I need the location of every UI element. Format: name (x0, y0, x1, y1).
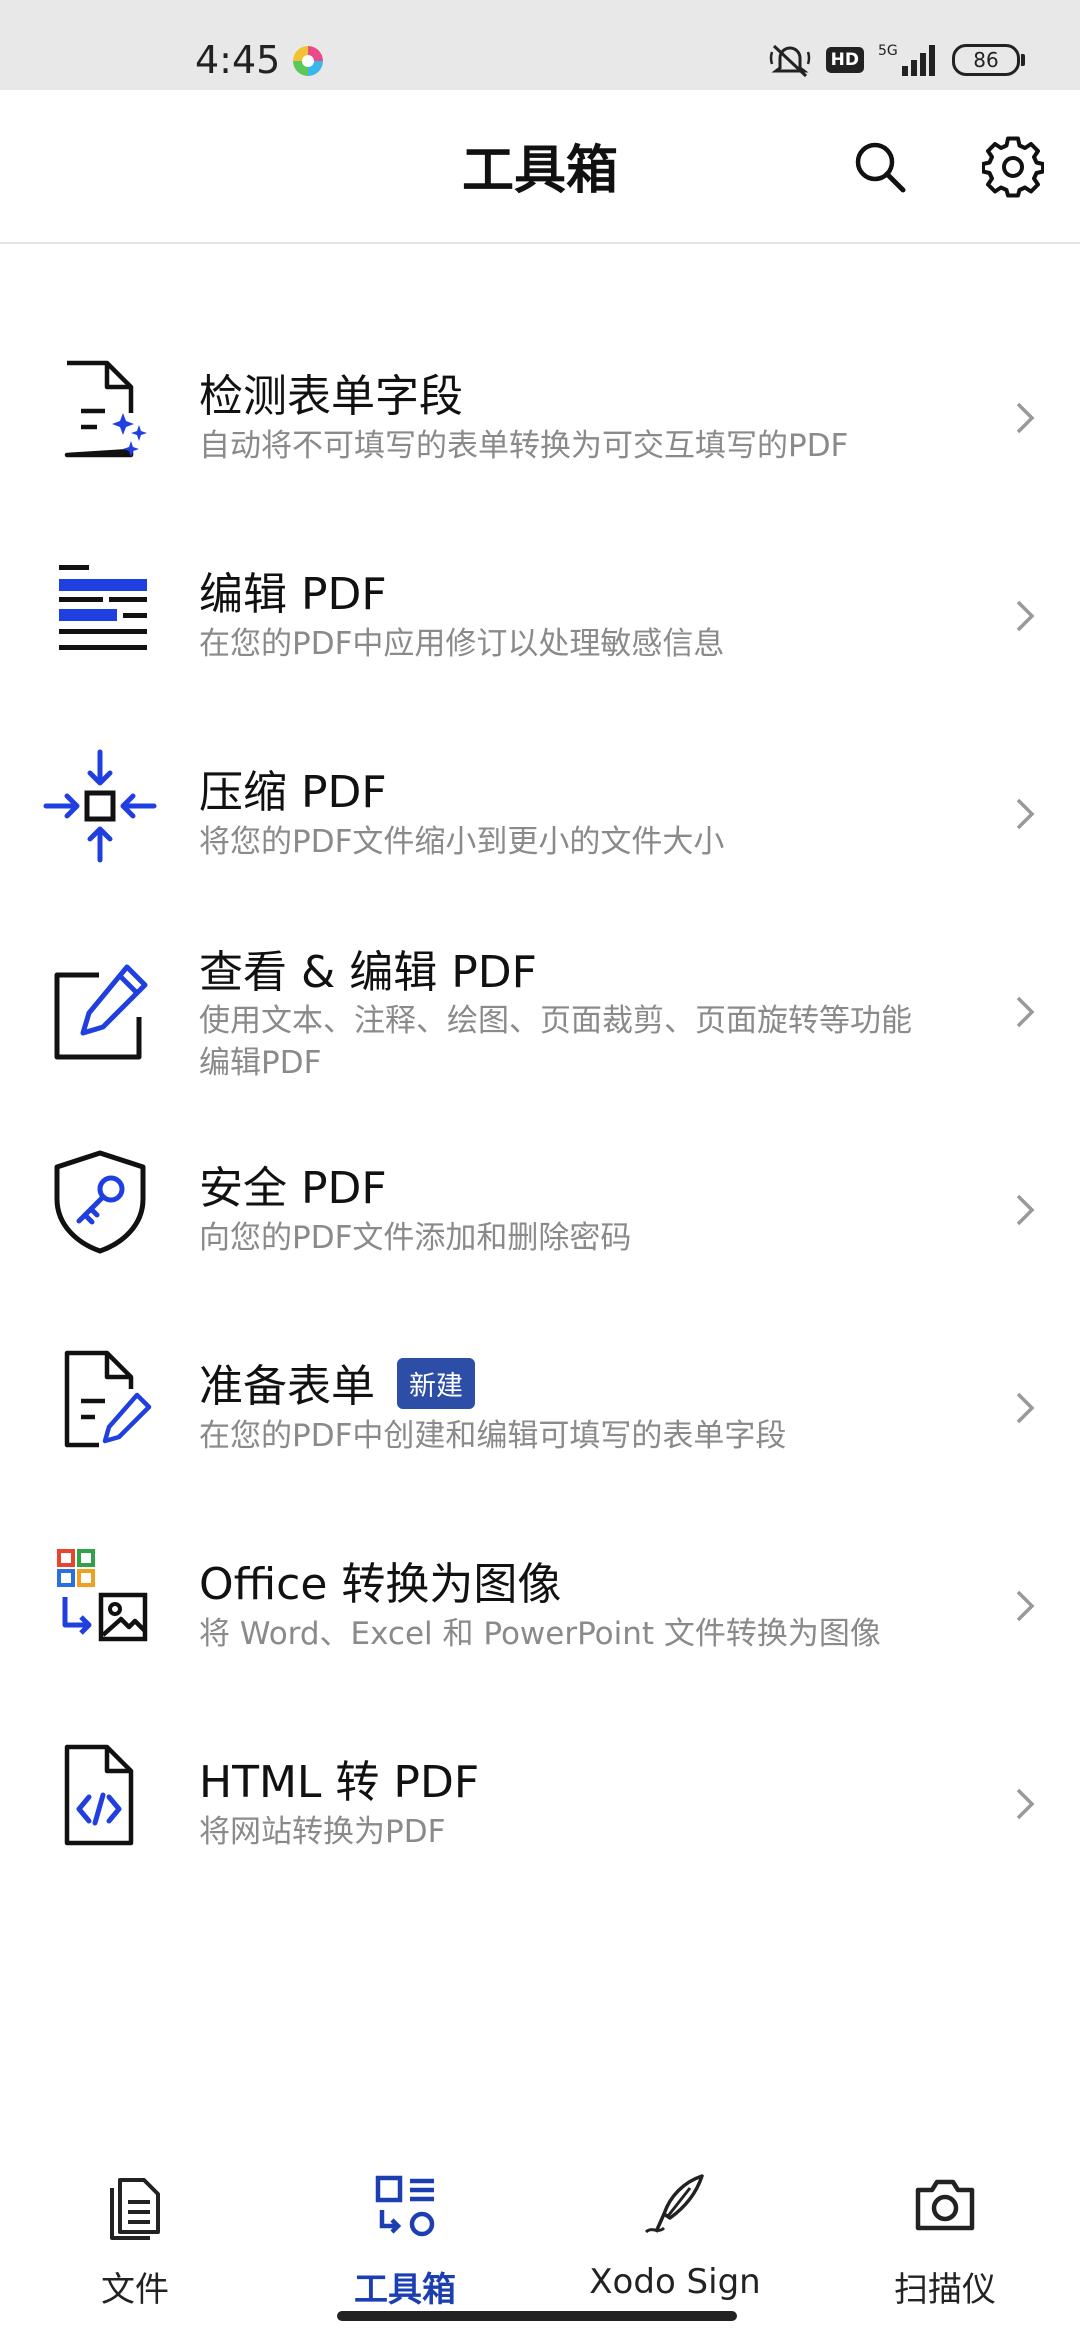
battery-indicator: 86 (952, 44, 1025, 76)
nav-label: 扫描仪 (894, 2270, 996, 2310)
app-notification-icon (293, 46, 323, 76)
chevron-right-icon (1016, 1590, 1035, 1622)
tool-title: 准备表单 新建 (199, 1350, 475, 1414)
detect-form-fields-icon (40, 350, 160, 470)
chevron-right-icon (1016, 1788, 1035, 1820)
settings-button[interactable] (978, 132, 1048, 202)
files-icon (110, 2178, 160, 2240)
tool-title: 检测表单字段 (199, 371, 463, 422)
tool-item-compress-pdf[interactable]: 压缩 PDF 将您的PDF文件缩小到更小的文件大小 (0, 726, 1080, 896)
chevron-right-icon (1016, 1392, 1035, 1424)
tool-description: 向您的PDF文件添加和删除密码 (199, 1220, 632, 1256)
status-bar: 4:45 HD 5G 86 (0, 0, 1080, 90)
nav-label: Xodo Sign (589, 2262, 761, 2302)
tool-description: 自动将不可填写的表单转换为可交互填写的PDF (199, 428, 849, 464)
page-title: 工具箱 (461, 141, 618, 201)
tool-item-secure-pdf[interactable]: 安全 PDF 向您的PDF文件添加和删除密码 (0, 1122, 1080, 1292)
nav-tab-xodo-sign[interactable]: Xodo Sign (540, 2150, 810, 2302)
tool-description: 使用文本、注释、绘图、页面裁剪、页面旋转等功能编辑PDF (199, 1003, 912, 1081)
tool-item-redact-pdf[interactable]: 编辑 PDF 在您的PDF中应用修订以处理敏感信息 (0, 528, 1080, 698)
nav-tab-toolbox[interactable]: 工具箱 (270, 2150, 540, 2310)
chevron-right-icon (1016, 600, 1035, 632)
tool-description: 将您的PDF文件缩小到更小的文件大小 (199, 824, 725, 860)
bottom-nav: 文件 工具箱 Xodo Sign 扫描仪 (0, 2150, 1080, 2310)
nav-tab-files[interactable]: 文件 (0, 2150, 270, 2310)
app-bar: 工具箱 (0, 90, 1080, 244)
secure-shield-icon (40, 1142, 160, 1262)
tool-title: 压缩 PDF (199, 767, 387, 818)
nav-tab-scanner[interactable]: 扫描仪 (810, 2150, 1080, 2310)
tool-description: 将网站转换为PDF (199, 1814, 446, 1850)
tool-title: 安全 PDF (199, 1163, 387, 1214)
tool-item-html-to-pdf[interactable]: HTML 转 PDF 将网站转换为PDF (0, 1716, 1080, 1886)
tool-title: 编辑 PDF (199, 569, 387, 620)
muted-bell-icon (769, 44, 810, 78)
home-indicator[interactable] (337, 2311, 737, 2321)
prepare-form-icon (40, 1340, 160, 1460)
tool-item-prepare-form[interactable]: 准备表单 新建 在您的PDF中创建和编辑可填写的表单字段 (0, 1320, 1080, 1490)
toolbox-icon (375, 2175, 435, 2237)
status-time: 4:45 (195, 38, 281, 82)
gear-icon (982, 136, 1044, 198)
camera-icon (915, 2179, 975, 2231)
tool-item-view-edit-pdf[interactable]: 查看 & 编辑 PDF 使用文本、注释、绘图、页面裁剪、页面旋转等功能编辑PDF (0, 924, 1080, 1114)
svg-text:5G: 5G (878, 43, 898, 59)
tool-description: 在您的PDF中创建和编辑可填写的表单字段 (199, 1418, 787, 1454)
html-file-icon (40, 1736, 160, 1856)
hd-badge: HD (825, 47, 864, 73)
sign-pen-icon (644, 2174, 704, 2234)
nav-label: 工具箱 (354, 2270, 456, 2310)
nav-label: 文件 (101, 2270, 169, 2310)
chevron-right-icon (1016, 402, 1035, 434)
status-indicators: HD 5G 86 (768, 40, 1025, 80)
tool-title: HTML 转 PDF (199, 1757, 480, 1808)
tool-item-detect-form-fields[interactable]: 检测表单字段 自动将不可填写的表单转换为可交互填写的PDF (0, 330, 1080, 500)
tool-title-text: 准备表单 (199, 1361, 375, 1412)
tool-item-office-to-image[interactable]: Office 转换为图像 将 Word、Excel 和 PowerPoint 文… (0, 1518, 1080, 1688)
chevron-right-icon (1016, 996, 1035, 1028)
compress-icon (40, 746, 160, 866)
tool-description: 将 Word、Excel 和 PowerPoint 文件转换为图像 (199, 1616, 881, 1652)
search-button[interactable] (845, 132, 915, 202)
new-badge: 新建 (397, 1358, 475, 1409)
chevron-right-icon (1016, 1194, 1035, 1226)
chevron-right-icon (1016, 798, 1035, 830)
tool-description: 在您的PDF中应用修订以处理敏感信息 (199, 626, 725, 662)
view-edit-icon (40, 954, 160, 1074)
redact-icon (40, 548, 160, 668)
signal-icon: 5G (878, 43, 935, 76)
search-icon (855, 142, 906, 193)
office-to-image-icon (40, 1538, 160, 1658)
tool-title: 查看 & 编辑 PDF (199, 947, 537, 998)
tool-title: Office 转换为图像 (199, 1559, 562, 1610)
